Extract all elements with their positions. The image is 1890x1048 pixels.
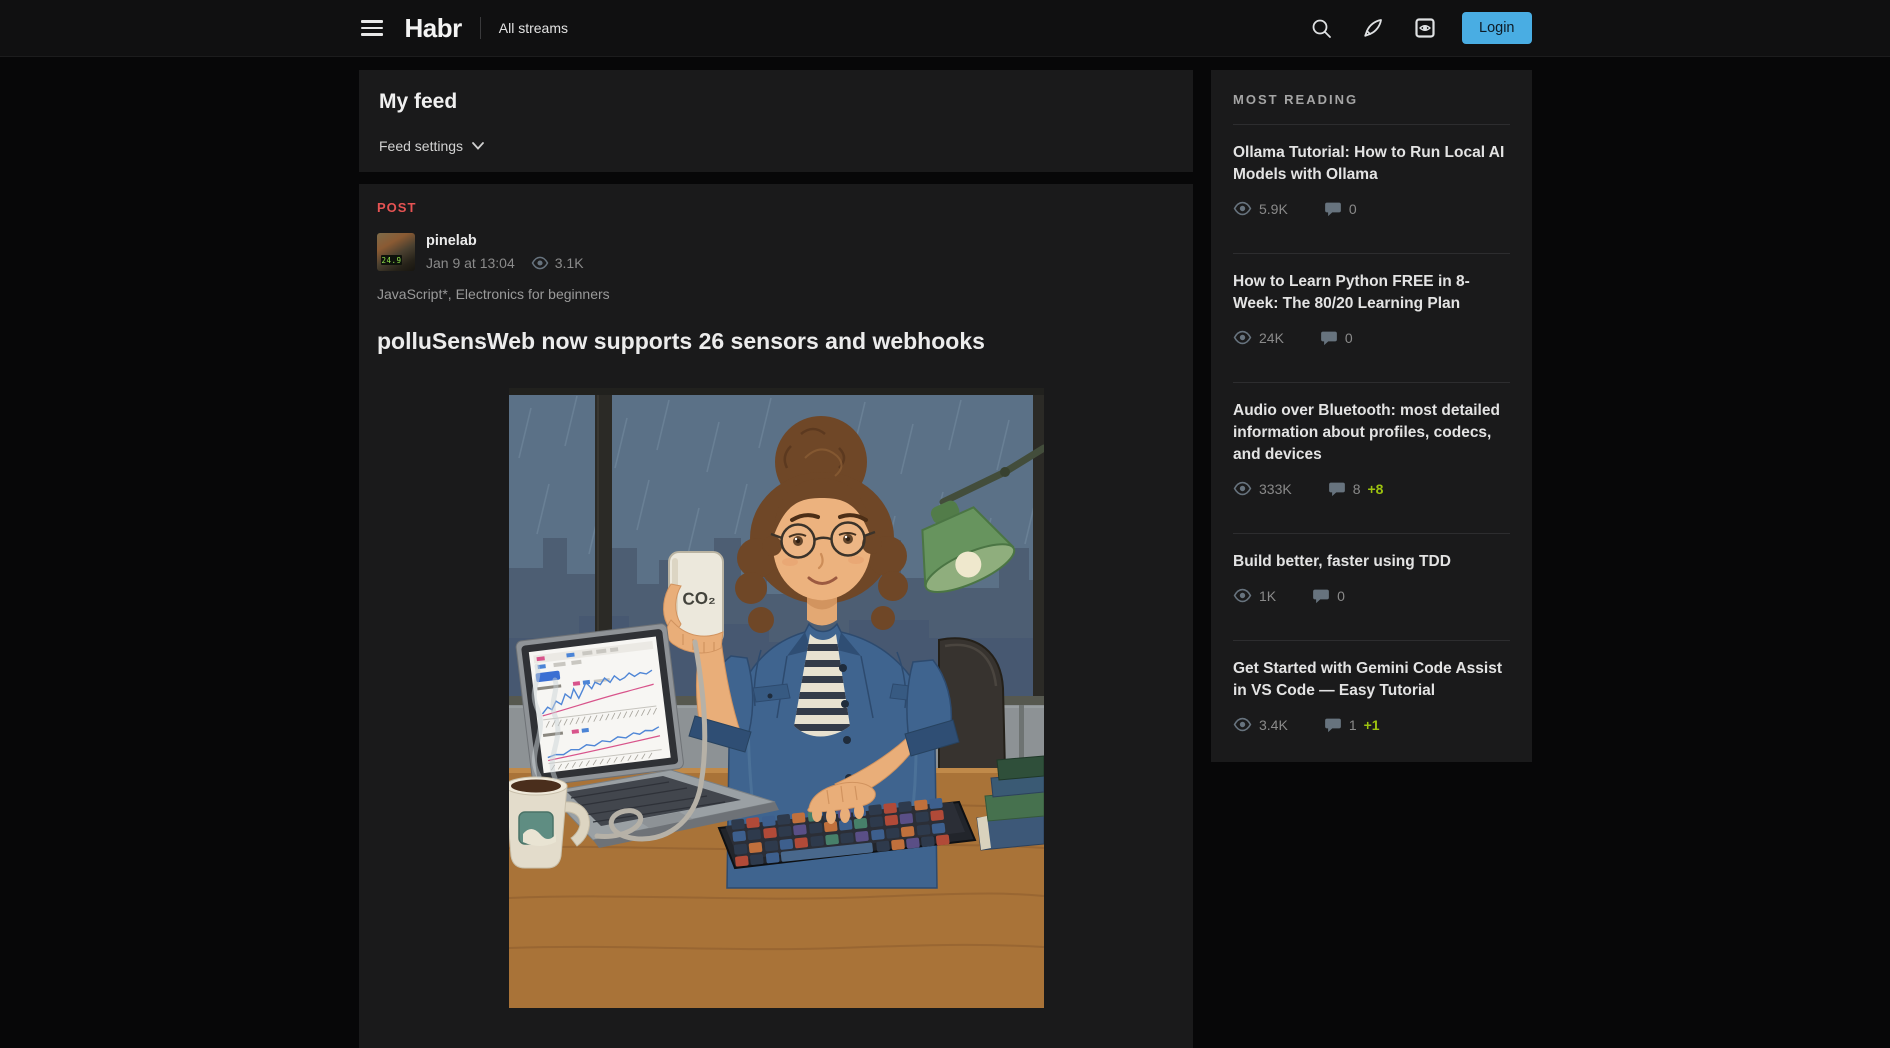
article-title-link[interactable]: How to Learn Python FREE in 8-Week: The … [1233, 271, 1510, 315]
eye-icon [531, 254, 549, 272]
comment-icon [1324, 716, 1342, 734]
most-reading-panel: MOST READING Ollama Tutorial: How to Run… [1211, 70, 1532, 762]
views-stat: 24K [1233, 328, 1284, 347]
eye-icon [1233, 479, 1252, 498]
comments-count: 8 [1353, 481, 1361, 497]
comment-icon [1324, 200, 1342, 218]
article-title-link[interactable]: Ollama Tutorial: How to Run Local AI Mod… [1233, 142, 1510, 186]
feed-settings-label: Feed settings [379, 138, 463, 154]
nav-all-streams[interactable]: All streams [499, 20, 568, 36]
views-count: 3.4K [1259, 717, 1288, 733]
comments-stat[interactable]: 8 +8 [1328, 480, 1384, 498]
views-stat: 3.1K [531, 254, 584, 272]
most-reading-title: MOST READING [1233, 92, 1510, 107]
comments-stat[interactable]: 0 [1324, 200, 1357, 218]
post-title-link[interactable]: polluSensWeb now supports 26 sensors and… [377, 328, 985, 355]
moderation-button[interactable] [1412, 15, 1438, 41]
eye-icon [1233, 715, 1252, 734]
search-button[interactable] [1308, 15, 1334, 41]
comments-count: 0 [1337, 588, 1345, 604]
author-link[interactable]: pinelab [426, 233, 477, 249]
article-title-link[interactable]: Get Started with Gemini Code Assist in V… [1233, 658, 1510, 702]
hamburger-icon[interactable] [361, 20, 383, 36]
views-count: 333K [1259, 481, 1292, 497]
views-stat: 1K [1233, 586, 1276, 605]
comment-icon [1320, 329, 1338, 347]
comments-stat[interactable]: 0 [1312, 587, 1345, 605]
views-stat: 3.4K [1233, 715, 1288, 734]
most-reading-item: Audio over Bluetooth: most detailed info… [1233, 383, 1510, 516]
eye-square-icon [1413, 16, 1437, 40]
most-reading-item: Get Started with Gemini Code Assist in V… [1233, 641, 1510, 752]
device-label: CO₂ [682, 588, 716, 609]
post-hubs[interactable]: JavaScript*, Electronics for beginners [377, 286, 610, 302]
views-stat: 333K [1233, 479, 1292, 498]
avatar[interactable]: 24.9 [377, 233, 415, 271]
most-reading-item: Ollama Tutorial: How to Run Local AI Mod… [1233, 125, 1510, 236]
avatar-lcd: 24.9 [381, 255, 402, 265]
login-button[interactable]: Login [1462, 12, 1531, 44]
comments-count: 0 [1345, 330, 1353, 346]
article-title-link[interactable]: Audio over Bluetooth: most detailed info… [1233, 400, 1510, 466]
post-date[interactable]: Jan 9 at 13:04 [426, 255, 515, 271]
eye-icon [1233, 586, 1252, 605]
logo[interactable]: Habr [405, 13, 462, 44]
write-post-button[interactable] [1360, 15, 1386, 41]
views-count: 1K [1259, 588, 1276, 604]
chevron-down-icon [472, 142, 484, 150]
feed-header-panel: My feed Feed settings [359, 70, 1193, 172]
post-type-label: POST [377, 200, 1175, 215]
new-comments-badge: +1 [1364, 717, 1380, 733]
pen-icon [1361, 16, 1385, 40]
post-card: POST 24.9 pinelab Jan 9 at 13:04 [359, 184, 1193, 1048]
search-icon [1309, 16, 1333, 40]
eye-icon [1233, 328, 1252, 347]
divider [480, 17, 481, 39]
comment-icon [1328, 480, 1346, 498]
most-reading-item: How to Learn Python FREE in 8-Week: The … [1233, 254, 1510, 365]
comments-count: 0 [1349, 201, 1357, 217]
topbar: Habr All streams Login [0, 0, 1890, 57]
views-count: 3.1K [555, 255, 584, 271]
views-stat: 5.9K [1233, 199, 1288, 218]
eye-icon [1233, 199, 1252, 218]
new-comments-badge: +8 [1368, 481, 1384, 497]
feed-settings-dropdown[interactable]: Feed settings [379, 138, 484, 154]
comments-count: 1 [1349, 717, 1357, 733]
views-count: 5.9K [1259, 201, 1288, 217]
comments-stat[interactable]: 0 [1320, 329, 1353, 347]
comment-icon [1312, 587, 1330, 605]
post-cover-illustration[interactable]: CO₂ [509, 388, 1044, 1008]
page-title: My feed [379, 90, 1173, 114]
comments-stat[interactable]: 1 +1 [1324, 716, 1380, 734]
article-title-link[interactable]: Build better, faster using TDD [1233, 551, 1510, 573]
views-count: 24K [1259, 330, 1284, 346]
most-reading-item: Build better, faster using TDD 1K 0 [1233, 534, 1510, 623]
